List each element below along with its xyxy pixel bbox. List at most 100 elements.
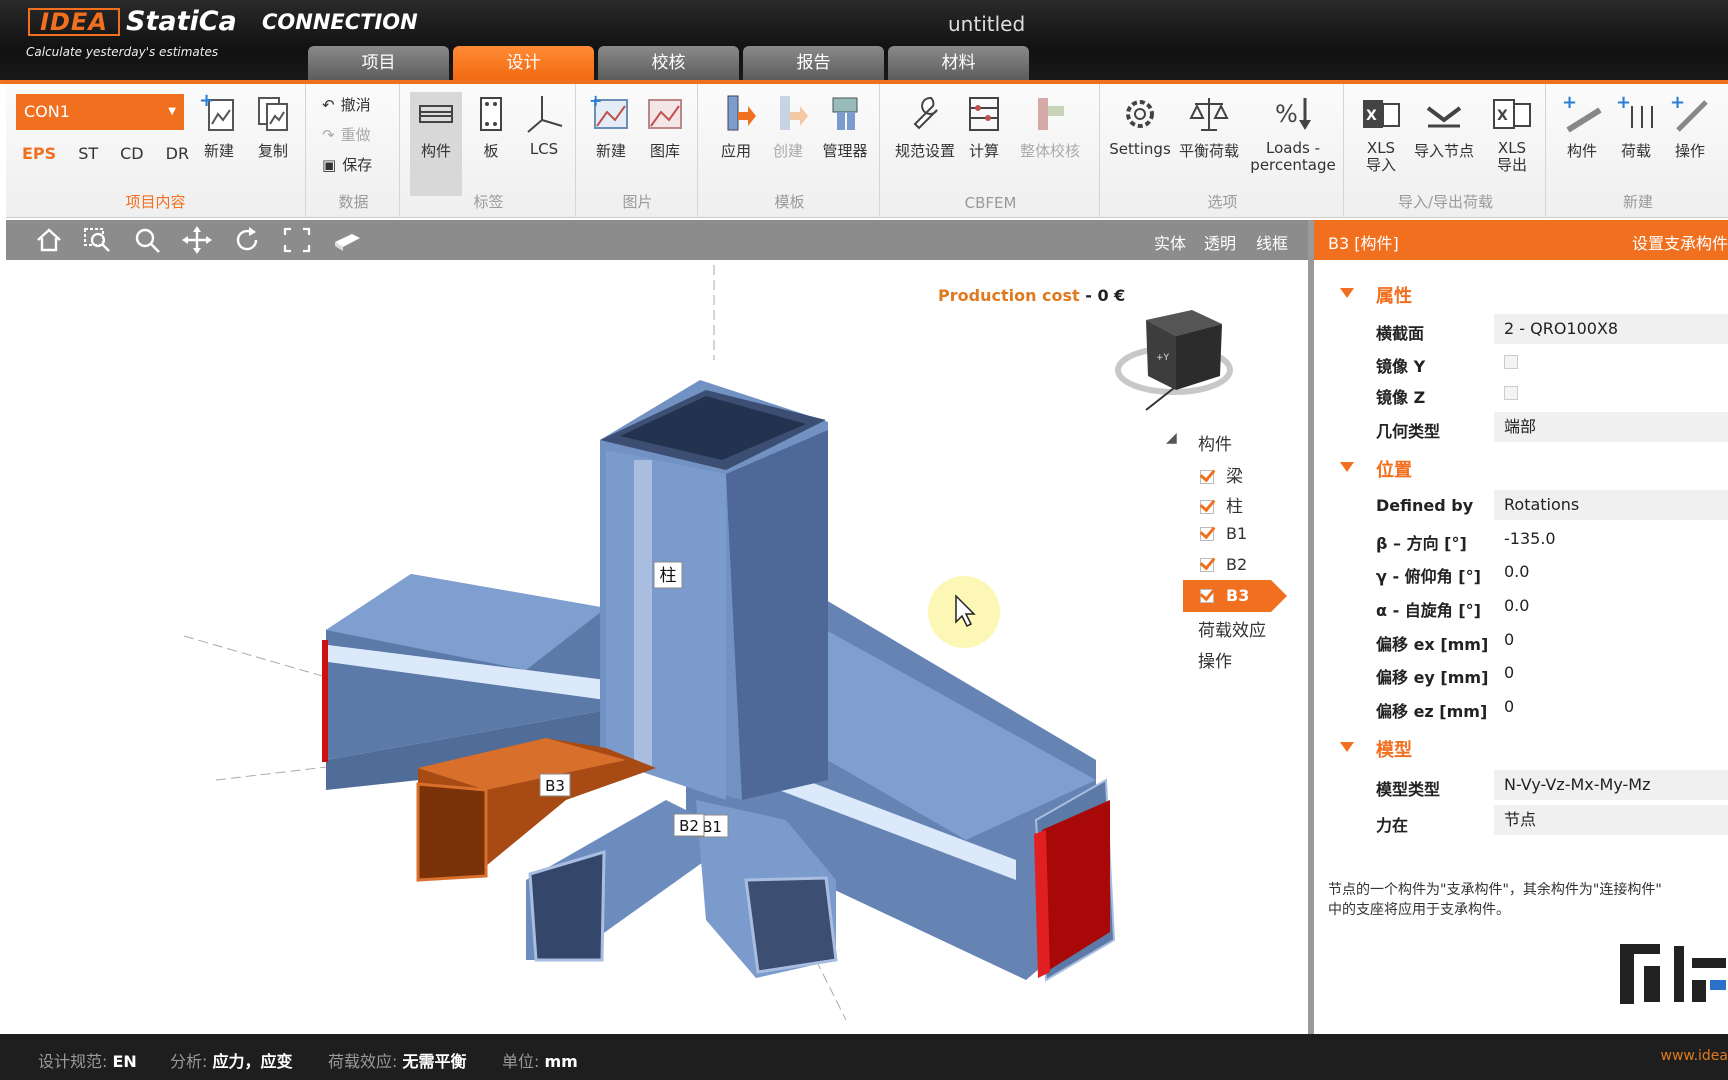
checkbox-icon[interactable] — [1200, 470, 1214, 484]
picture-gallery-button[interactable]: 图库 — [638, 92, 692, 161]
template-manager-button[interactable]: 管理器 — [814, 92, 876, 161]
new-operation-button[interactable]: + 操作 — [1664, 92, 1716, 161]
overall-check-button[interactable]: 整体校核 — [1010, 92, 1090, 161]
label-plate-text: 板 — [483, 142, 499, 160]
tree-collapse-icon[interactable]: ◢ — [1166, 430, 1177, 446]
mirror-y-checkbox[interactable] — [1504, 355, 1518, 369]
forces-in-select[interactable]: 节点 — [1494, 805, 1728, 835]
group-options: Settings 平衡荷载 % Loads - percentage 选项 — [1102, 84, 1344, 218]
picture-new-button[interactable]: + 新建 — [584, 92, 638, 161]
tree-item-b2[interactable]: B2 — [1200, 555, 1247, 574]
watermark-logo — [1620, 944, 1726, 1004]
checkbox-icon[interactable] — [1200, 589, 1214, 603]
settings-button[interactable]: Settings — [1108, 92, 1172, 158]
view-mode-wireframe[interactable]: 线框 — [1256, 230, 1288, 254]
calculate-button[interactable]: 计算 — [960, 92, 1008, 161]
wrench-icon — [913, 96, 938, 130]
website-link[interactable]: www.idea — [1661, 1048, 1728, 1064]
loads-percentage-button[interactable]: % Loads - percentage — [1250, 92, 1336, 174]
checkbox-icon[interactable] — [1200, 500, 1214, 514]
cross-section-field[interactable]: 2 - QRO100X8 — [1494, 314, 1728, 344]
member-label-column: 柱 — [653, 561, 683, 589]
apply-template-icon — [727, 95, 756, 131]
balance-load-button[interactable]: 平衡荷载 — [1174, 92, 1244, 161]
view-mode-solid[interactable]: 实体 — [1154, 230, 1186, 254]
zoom-window-icon[interactable] — [82, 226, 112, 254]
new-connection-button[interactable]: + 新建 — [192, 92, 246, 161]
tab-material[interactable]: 材料 — [888, 46, 1029, 80]
offset-ey-field[interactable]: 0 — [1494, 658, 1728, 688]
tree-item-b3[interactable]: B3 — [1200, 586, 1249, 605]
label-member-toggle[interactable]: 构件 — [410, 92, 462, 196]
offset-ex-field[interactable]: 0 — [1494, 625, 1728, 655]
gamma-field[interactable]: 0.0 — [1494, 557, 1728, 587]
connection-select[interactable]: CON1 ▼ — [16, 94, 184, 130]
checkbox-icon[interactable] — [1200, 527, 1214, 541]
column-post[interactable] — [600, 380, 828, 800]
code-setup-button[interactable]: 规范设置 — [892, 92, 958, 161]
tab-check[interactable]: 校核 — [598, 46, 739, 80]
section-collapse-icon[interactable] — [1340, 462, 1354, 472]
zoom-icon[interactable] — [132, 226, 162, 254]
section-collapse-icon[interactable] — [1340, 742, 1354, 752]
tree-item-b1[interactable]: B1 — [1200, 524, 1247, 543]
std-cd[interactable]: CD — [120, 144, 144, 163]
tree-item-beam[interactable]: 梁 — [1200, 462, 1243, 487]
template-create-button[interactable]: 创建 — [762, 92, 814, 161]
std-dr[interactable]: DR — [166, 144, 189, 163]
template-create-label: 创建 — [772, 142, 803, 160]
model-type-select[interactable]: N-Vy-Vz-Mx-My-Mz — [1494, 770, 1728, 800]
std-st[interactable]: ST — [78, 144, 98, 163]
render-member-icon[interactable] — [332, 226, 362, 254]
production-cost-sep: - — [1085, 286, 1092, 305]
offset-ez-field[interactable]: 0 — [1494, 692, 1728, 722]
new-member-button[interactable]: + 构件 — [1556, 92, 1608, 161]
standard-switch: EPS ST CD DR — [22, 144, 189, 163]
xls-export-button[interactable]: X XLS 导出 — [1486, 92, 1538, 174]
group-label-picture: 图片 — [622, 193, 653, 211]
xls-import-button[interactable]: X XLS 导入 — [1356, 92, 1406, 174]
beta-field[interactable]: -135.0 — [1494, 524, 1728, 554]
offset-ez-label: 偏移 ez [mm] — [1376, 702, 1488, 721]
set-bearing-member-button[interactable]: 设置支承构件 — [1632, 230, 1728, 254]
alpha-field[interactable]: 0.0 — [1494, 591, 1728, 621]
module-name: CONNECTION — [262, 10, 418, 34]
home-icon[interactable] — [34, 226, 64, 254]
create-template-icon — [780, 96, 808, 130]
defined-by-select[interactable]: Rotations — [1494, 490, 1728, 520]
section-collapse-icon[interactable] — [1340, 288, 1354, 298]
label-lcs-toggle[interactable]: LCS — [516, 92, 572, 158]
tree-item-column[interactable]: 柱 — [1200, 492, 1243, 517]
undo-button[interactable]: ↶ 撤消 — [322, 94, 371, 115]
import-node-button[interactable]: 导入节点 — [1408, 92, 1480, 161]
mirror-z-checkbox[interactable] — [1504, 386, 1518, 400]
save-icon: ▣ — [322, 155, 337, 174]
section-attributes[interactable]: 属性 — [1376, 282, 1412, 308]
rotate-icon[interactable] — [232, 226, 262, 254]
label-plate-toggle[interactable]: 板 — [466, 92, 516, 161]
std-eps[interactable]: EPS — [22, 144, 56, 163]
copy-connection-button[interactable]: 复制 — [246, 92, 300, 161]
template-apply-button[interactable]: 应用 — [710, 92, 762, 161]
tab-report[interactable]: 报告 — [743, 46, 884, 80]
geometry-type-select[interactable]: 端部 — [1494, 412, 1728, 442]
section-model[interactable]: 模型 — [1376, 736, 1412, 762]
save-button[interactable]: ▣ 保存 — [322, 154, 372, 175]
tree-root-members[interactable]: 构件 — [1198, 430, 1232, 455]
navigation-cube[interactable]: +Y — [1115, 310, 1233, 411]
pan-icon[interactable] — [182, 226, 212, 254]
tree-load-effects[interactable]: 荷载效应 — [1198, 616, 1266, 641]
connection-model-drawing[interactable]: 柱 B3 B1 B2 +Y — [6, 260, 1308, 1034]
beta-label: β – 方向 [°] — [1376, 534, 1467, 553]
zoom-extents-icon[interactable] — [282, 226, 312, 254]
group-template: 应用 创建 管理器 模板 — [700, 84, 880, 218]
tab-design[interactable]: 设计 — [453, 46, 594, 80]
redo-button[interactable]: ↷ 重做 — [322, 124, 371, 145]
checkbox-icon[interactable] — [1200, 558, 1214, 572]
tree-operations[interactable]: 操作 — [1198, 647, 1232, 672]
tab-project[interactable]: 项目 — [308, 46, 449, 80]
new-load-button[interactable]: + 荷载 — [1610, 92, 1662, 161]
view-mode-transparent[interactable]: 透明 — [1204, 230, 1236, 254]
document-title: untitled — [948, 12, 1026, 36]
section-position[interactable]: 位置 — [1376, 456, 1412, 482]
